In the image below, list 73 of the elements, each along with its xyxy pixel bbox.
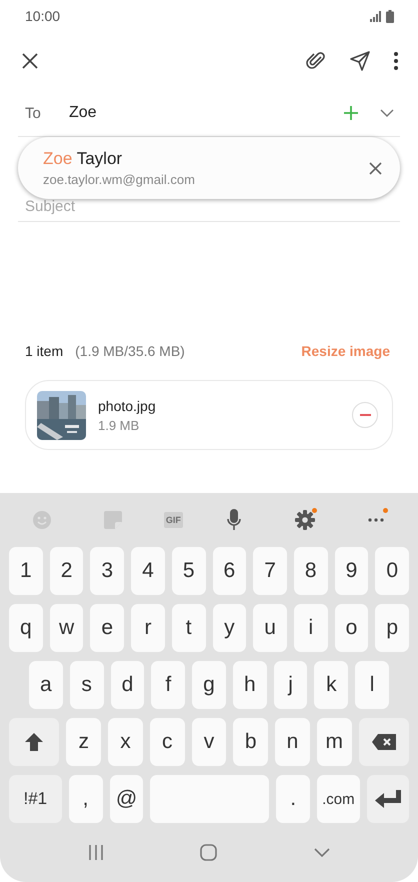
key[interactable]: 0 [375,547,410,595]
key[interactable]: r [131,604,165,652]
more-options-icon[interactable] [394,52,398,70]
domain-key[interactable]: .com [317,775,360,823]
contact-suggestion-menu[interactable]: Zoe Taylor zoe.taylor.wm@gmail.com [18,137,400,199]
clock: 10:00 [25,8,60,24]
key[interactable]: q [9,604,43,652]
notification-dot [312,508,318,513]
key[interactable]: , [68,775,103,823]
key[interactable]: g [192,661,226,709]
key[interactable]: e [90,604,124,652]
home-icon[interactable] [200,844,218,861]
recent-apps-icon[interactable] [88,845,104,860]
key[interactable]: c [150,718,185,766]
key[interactable]: d [110,661,144,709]
chevron-down-icon[interactable] [314,848,330,857]
key[interactable]: w [50,604,84,652]
key[interactable]: n [275,718,310,766]
battery-icon [386,10,394,22]
key[interactable]: 9 [334,547,368,595]
key[interactable]: t [172,604,206,652]
send-icon[interactable] [350,51,370,71]
close-icon[interactable] [369,162,382,174]
key[interactable]: u [253,604,287,652]
key[interactable]: 1 [9,547,43,595]
microphone-icon[interactable] [227,509,242,531]
symbols-key[interactable]: !#1 [9,775,62,823]
key[interactable]: s [70,661,104,709]
key[interactable]: m [316,718,352,766]
close-icon[interactable] [22,53,38,69]
key[interactable]: 5 [172,547,206,595]
item-count: 1 item [25,343,64,359]
remove-button[interactable] [352,402,378,428]
key[interactable]: a [29,661,63,709]
key[interactable]: 2 [50,547,84,595]
key[interactable]: 4 [131,547,165,595]
gear-icon[interactable] [295,510,316,530]
add-icon[interactable] [344,106,358,120]
notification-dot [383,508,388,513]
key[interactable]: 8 [294,547,328,595]
chevron-down-icon[interactable] [380,109,394,117]
key[interactable]: o [334,604,368,652]
key[interactable]: @ [110,775,144,823]
key[interactable]: b [233,718,268,766]
contact-email: zoe.taylor.wm@gmail.com [43,172,196,187]
backspace-key[interactable] [372,734,396,750]
key[interactable]: f [151,661,186,709]
key[interactable]: p [375,604,410,652]
key[interactable]: 6 [212,547,246,595]
key[interactable]: j [274,661,308,709]
key[interactable]: . [276,775,310,823]
subject-field[interactable]: Subject [18,198,400,221]
enter-key[interactable] [374,790,401,808]
contact-name: Zoe Taylor [43,149,124,169]
to-label: To [24,104,42,122]
key[interactable]: k [314,661,348,709]
paperclip-icon[interactable] [306,51,326,71]
file-name: photo.jpg [98,398,157,414]
key[interactable]: 7 [253,547,287,595]
key[interactable]: x [108,718,143,766]
key[interactable]: i [294,604,328,652]
key[interactable]: v [192,718,226,766]
key[interactable]: 3 [90,547,124,595]
key[interactable]: l [355,661,390,709]
more-icon[interactable] [368,518,384,522]
signal-icon [370,10,382,22]
recipient-field[interactable]: Zoe [69,104,344,122]
key[interactable]: y [212,604,246,652]
shift-key[interactable] [24,732,44,752]
key[interactable]: z [66,718,102,766]
attachment-size: (1.9 MB/35.6 MB) [75,343,186,359]
key[interactable]: h [232,661,267,709]
file-size: 1.9 MB [98,418,140,432]
